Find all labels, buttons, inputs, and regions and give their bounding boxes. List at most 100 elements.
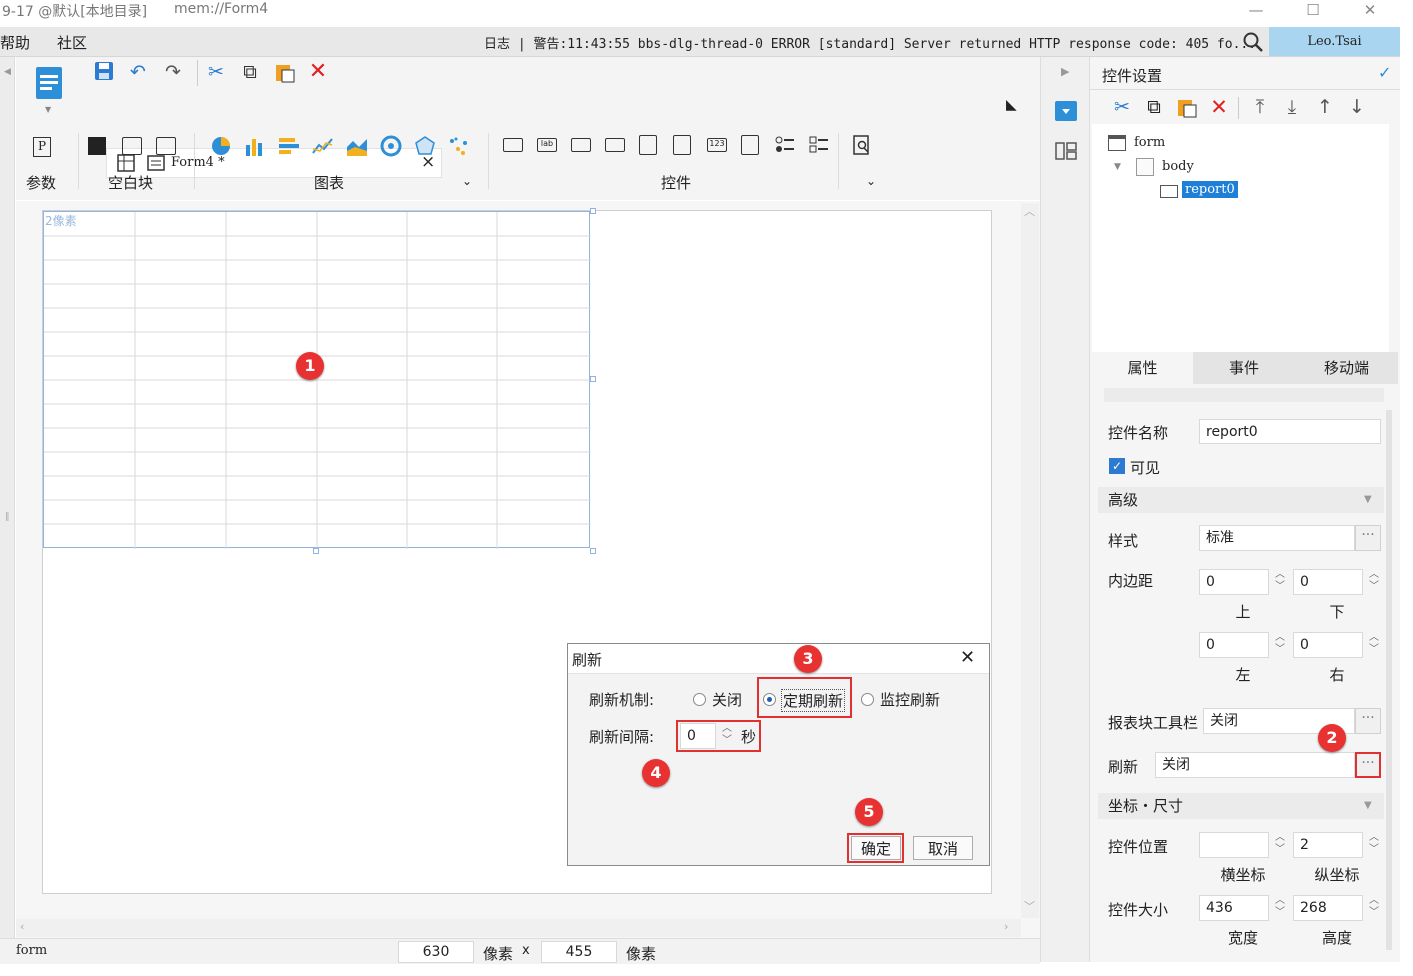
tab-properties[interactable]: 属性 [1092, 352, 1193, 384]
search-icon[interactable] [1242, 31, 1264, 53]
move-bottom-icon[interactable]: ⤓ [1280, 95, 1304, 119]
canvas-height-input[interactable]: 455 [541, 941, 617, 963]
padding-bottom-input[interactable]: 0 [1293, 569, 1363, 595]
vertical-scrollbar[interactable]: ︿ ﹀ [1021, 203, 1039, 918]
radio-monitor[interactable] [861, 693, 874, 706]
button-widget-icon[interactable] [503, 138, 523, 152]
radio-off[interactable] [693, 693, 706, 706]
resize-handle[interactable] [590, 208, 596, 214]
widget-settings-icon[interactable] [1055, 101, 1077, 121]
cut-icon[interactable]: ✂ [204, 60, 228, 84]
combo-widget-icon[interactable] [605, 138, 625, 152]
section-advanced[interactable]: 高级 ▼ [1098, 487, 1384, 513]
resize-handle[interactable] [590, 548, 596, 554]
maximize-button[interactable]: ☐ [1293, 0, 1333, 24]
collapsed-section[interactable] [1104, 388, 1384, 402]
undo-icon[interactable]: ↶ [126, 60, 150, 84]
ok-button[interactable]: 确定 [851, 836, 901, 860]
blank-block-icon[interactable] [88, 137, 106, 155]
radio-monitor-label[interactable]: 监控刷新 [880, 689, 940, 710]
text-widget-icon[interactable] [571, 138, 591, 152]
tab-mobile[interactable]: 移动端 [1295, 352, 1398, 384]
left-collapse-strip[interactable]: ◀ ‖ [0, 57, 15, 962]
scatter-chart-icon[interactable] [448, 135, 470, 157]
style-input[interactable]: 标准 [1199, 525, 1355, 551]
copy-icon[interactable]: ⧉ [238, 60, 262, 84]
pie-chart-icon[interactable] [210, 135, 232, 157]
expand-arrow-icon[interactable]: ▼ [1114, 162, 1121, 172]
horizontal-bar-icon[interactable] [278, 135, 300, 157]
padding-top-stepper[interactable]: ︿ ﹀ [1269, 569, 1291, 595]
padding-left-stepper[interactable]: ︿ ﹀ [1269, 632, 1291, 658]
radio-periodic[interactable] [763, 693, 776, 706]
cancel-button[interactable]: 取消 [913, 836, 973, 860]
gauge-chart-icon[interactable] [380, 135, 402, 157]
style-more-button[interactable]: ··· [1355, 525, 1381, 551]
tree-node-report0[interactable]: report0 [1182, 181, 1238, 198]
area-chart-icon[interactable] [346, 135, 368, 157]
cut-icon[interactable]: ✂ [1110, 95, 1134, 119]
log-message[interactable]: 日志 | 警告:11:43:55 bbs-dlg-thread-0 ERROR … [484, 33, 1256, 52]
pos-x-input[interactable] [1199, 832, 1269, 858]
move-up-icon[interactable]: ↑ [1313, 95, 1337, 119]
pin-icon[interactable]: ◣ [1006, 97, 1017, 113]
properties-scrollbar[interactable] [1386, 410, 1392, 950]
move-top-icon[interactable]: ⤒ [1248, 95, 1272, 119]
minimize-button[interactable]: — [1236, 0, 1276, 24]
width-input[interactable]: 436 [1199, 895, 1269, 921]
edit-icon[interactable]: ✓ [1378, 63, 1391, 82]
padding-left-input[interactable]: 0 [1199, 632, 1269, 658]
paste-icon[interactable] [1176, 97, 1198, 119]
padding-right-input[interactable]: 0 [1293, 632, 1363, 658]
pos-x-stepper[interactable]: ︿ ﹀ [1269, 832, 1291, 858]
padding-top-input[interactable]: 0 [1199, 569, 1269, 595]
pos-y-stepper[interactable]: ︿ ﹀ [1363, 832, 1385, 858]
menu-community[interactable]: 社区 [57, 32, 87, 53]
tree-node-body[interactable]: body [1162, 159, 1194, 174]
widget-name-input[interactable]: report0 [1199, 419, 1381, 444]
split-block-icon[interactable] [122, 137, 142, 155]
tree-node-form[interactable]: form [1134, 135, 1165, 150]
interval-stepper[interactable]: ︿ ﹀ [716, 723, 738, 749]
tab-block-icon[interactable] [156, 137, 176, 155]
chevron-down-icon[interactable]: ⌄ [866, 174, 876, 188]
resize-handle[interactable] [313, 548, 319, 554]
radio-group-icon[interactable] [775, 135, 795, 155]
padding-right-stepper[interactable]: ︿ ﹀ [1363, 632, 1385, 658]
menu-help[interactable]: 帮助 [0, 32, 30, 53]
radar-chart-icon[interactable] [414, 135, 436, 157]
tab-events[interactable]: 事件 [1193, 352, 1295, 384]
radio-periodic-label[interactable]: 定期刷新 [781, 689, 846, 712]
height-stepper[interactable]: ︿ ﹀ [1363, 895, 1385, 921]
save-icon[interactable] [92, 60, 116, 84]
visible-checkbox[interactable]: ✓ [1109, 458, 1125, 474]
template-icon[interactable] [34, 65, 64, 101]
height-input[interactable]: 268 [1293, 895, 1363, 921]
padding-bottom-stepper[interactable]: ︿ ﹀ [1363, 569, 1385, 595]
section-coords[interactable]: 坐标・尺寸 ▼ [1098, 793, 1384, 819]
paste-icon[interactable] [274, 62, 296, 84]
refresh-more-button[interactable]: ··· [1355, 752, 1381, 778]
interval-input[interactable]: 0 [680, 723, 716, 749]
canvas-width-input[interactable]: 630 [398, 941, 474, 963]
move-down-icon[interactable]: ↓ [1345, 95, 1369, 119]
chevron-down-icon[interactable]: ▼ [45, 105, 51, 114]
horizontal-scrollbar[interactable]: ‹ › [16, 919, 1021, 937]
date-widget-icon[interactable] [673, 135, 691, 155]
report-block[interactable]: 2像素 [43, 211, 591, 549]
param-icon[interactable]: P [33, 137, 51, 157]
chevron-down-icon[interactable]: ⌄ [462, 174, 472, 188]
textarea-widget-icon[interactable] [639, 135, 657, 155]
layout-icon[interactable] [1054, 141, 1078, 161]
checkbox-group-icon[interactable] [809, 135, 829, 155]
line-chart-icon[interactable] [312, 135, 334, 157]
copy-icon[interactable]: ⧉ [1142, 95, 1166, 119]
width-stepper[interactable]: ︿ ﹀ [1269, 895, 1291, 921]
delete-icon[interactable]: ✕ [306, 60, 330, 84]
number-widget-icon[interactable]: 123 [707, 138, 727, 152]
pos-y-input[interactable]: 2 [1293, 832, 1363, 858]
radio-off-label[interactable]: 关闭 [712, 689, 742, 710]
dialog-close-icon[interactable]: ✕ [960, 647, 975, 668]
list-widget-icon[interactable] [741, 135, 759, 155]
expand-icon[interactable]: ▶ [1061, 65, 1069, 78]
